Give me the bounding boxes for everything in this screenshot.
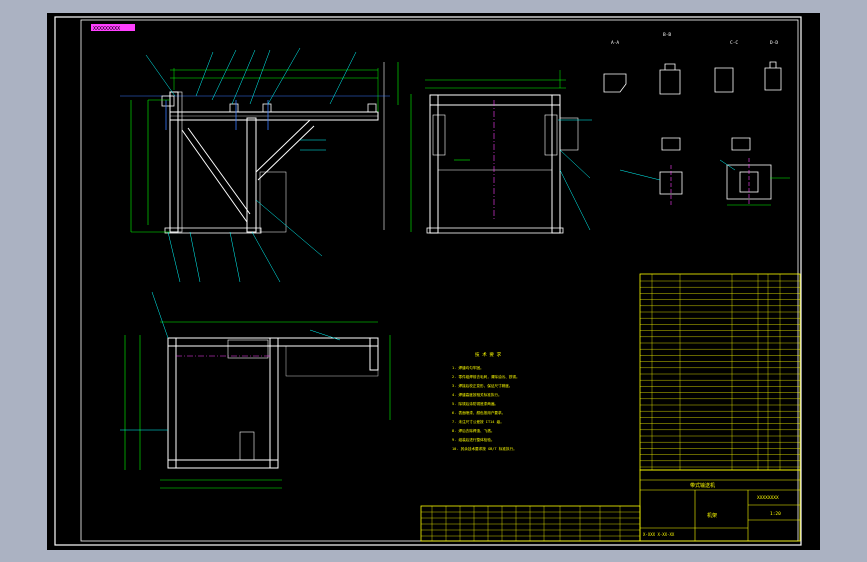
title-part-name: 机架	[707, 512, 717, 519]
section-label-cc: C-C	[730, 40, 738, 46]
title-scale: 1:20	[770, 511, 781, 517]
note-line: 4. 焊缝高度按相关标准执行。	[452, 392, 502, 397]
note-line: 9. 组装后进行整体检验。	[452, 437, 494, 442]
note-line: 1. 焊缝均匀牢固。	[452, 365, 484, 370]
note-line: 3. 焊接后校正变形，保证尺寸精度。	[452, 383, 512, 388]
top-label-box: XXXXXXXXX	[91, 24, 135, 32]
note-line: 7. 未注尺寸公差按 IT14 级。	[452, 419, 504, 424]
section-label-bb: B-B	[663, 32, 671, 38]
title-code: XXXXXXXX	[757, 495, 779, 501]
note-line: 2. 零件组焊前去毛刺，清除油污、铁锈。	[452, 374, 520, 379]
note-line: 5. 除锈后涂防锈底漆两遍。	[452, 401, 498, 406]
cad-drawing-sheet: XXXXXXXXX A-A B-B C-C D-D 技 术 要 求 1. 焊缝均…	[47, 13, 820, 550]
section-label-dd: D-D	[770, 40, 778, 46]
note-line: 10. 其余技术要求按 GB/T 标准执行。	[452, 446, 517, 451]
note-line: 8. 焊后去除焊渣、飞溅。	[452, 428, 494, 433]
title-footer: X-XXX X-XX-XX	[643, 532, 675, 537]
notes-title: 技 术 要 求	[475, 351, 502, 358]
title-subtitle: 带式输送机	[690, 482, 715, 489]
top-label-text: XXXXXXXXX	[93, 26, 120, 32]
note-line: 6. 表面喷漆，颜色按用户要求。	[452, 410, 505, 415]
drawing-canvas	[47, 13, 820, 550]
section-label-aa: A-A	[611, 40, 619, 46]
